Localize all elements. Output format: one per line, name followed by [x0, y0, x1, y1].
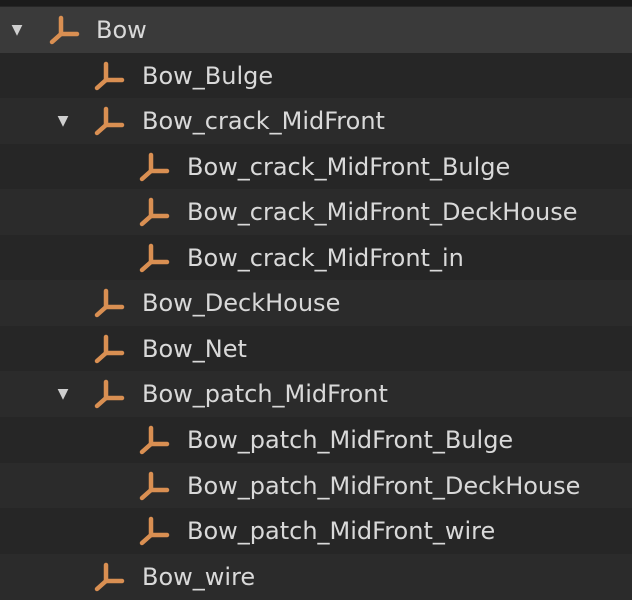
tree-row-label: Bow_patch_MidFront — [142, 379, 388, 408]
panel-top-border — [0, 0, 632, 6]
tree-row-label: Bow_crack_MidFront_DeckHouse — [187, 197, 578, 226]
bone-icon — [137, 150, 171, 184]
bone-icon — [92, 332, 126, 366]
tree-row-label: Bow_DeckHouse — [142, 288, 341, 317]
bone-icon — [92, 104, 126, 138]
tree-row-label: Bow_patch_MidFront_Bulge — [187, 425, 514, 454]
tree-row[interactable]: Bow_wire — [0, 554, 632, 600]
tree-row[interactable]: Bow_Bulge — [0, 53, 632, 99]
bone-icon — [137, 423, 171, 457]
bone-icon — [92, 377, 126, 411]
tree-row-label: Bow_Net — [142, 334, 247, 363]
tree-row-label: Bow_Bulge — [142, 61, 274, 90]
tree-row-label: Bow_crack_MidFront_in — [187, 243, 464, 272]
tree-row[interactable]: Bow_Net — [0, 326, 632, 372]
bone-icon — [137, 195, 171, 229]
bone-icon — [92, 59, 126, 93]
expand-arrow-icon[interactable]: ▼ — [54, 112, 72, 130]
tree-row[interactable]: Bow_patch_MidFront_Bulge — [0, 417, 632, 463]
tree-row[interactable]: Bow_crack_MidFront_in — [0, 235, 632, 281]
bone-icon — [92, 560, 126, 594]
tree-row[interactable]: Bow_crack_MidFront_Bulge — [0, 144, 632, 190]
tree-row-label: Bow — [96, 15, 147, 44]
expand-arrow-icon[interactable]: ▼ — [54, 385, 72, 403]
bone-icon — [137, 469, 171, 503]
bone-icon — [137, 514, 171, 548]
tree-row[interactable]: Bow_DeckHouse — [0, 280, 632, 326]
tree-row[interactable]: Bow_patch_MidFront_DeckHouse — [0, 463, 632, 509]
tree-row[interactable]: Bow_crack_MidFront_DeckHouse — [0, 189, 632, 235]
tree-row-label: Bow_patch_MidFront_wire — [187, 516, 496, 545]
bone-icon — [47, 13, 81, 47]
tree-row-label: Bow_wire — [142, 562, 256, 591]
tree-row[interactable]: Bow_patch_MidFront_wire — [0, 508, 632, 554]
bone-icon — [92, 286, 126, 320]
tree-row-root[interactable]: ▼ Bow — [0, 7, 632, 53]
tree-row-label: Bow_crack_MidFront — [142, 106, 385, 135]
tree-row[interactable]: ▼ Bow_crack_MidFront — [0, 98, 632, 144]
tree-row-label: Bow_crack_MidFront_Bulge — [187, 152, 511, 181]
tree-row[interactable]: ▼ Bow_patch_MidFront — [0, 371, 632, 417]
bone-icon — [137, 241, 171, 275]
outliner-tree: ▼ Bow Bow_Bulge ▼ Bow_crack_MidFront Bow… — [0, 7, 632, 600]
expand-arrow-icon[interactable]: ▼ — [8, 21, 26, 39]
tree-row-label: Bow_patch_MidFront_DeckHouse — [187, 471, 581, 500]
